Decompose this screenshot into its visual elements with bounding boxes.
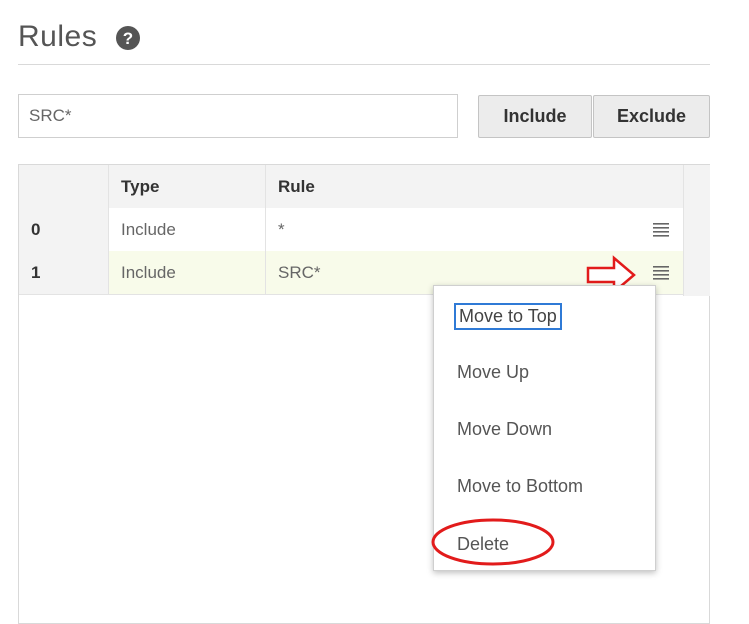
page-title: Rules: [18, 20, 98, 53]
row-type: Include: [109, 251, 266, 294]
question-circle-icon[interactable]: ?: [115, 25, 141, 51]
column-header-type[interactable]: Type: [109, 165, 266, 208]
rule-pattern-input[interactable]: [18, 94, 458, 138]
red-circle-annotation-icon: [431, 518, 555, 566]
hamburger-menu-icon[interactable]: [653, 221, 669, 237]
table-scroll-gutter: [683, 165, 710, 296]
column-header-rule[interactable]: Rule: [266, 165, 683, 208]
menu-item-move-to-bottom[interactable]: Move to Bottom: [457, 476, 583, 497]
row-rule: *: [278, 220, 285, 239]
menu-item-move-down[interactable]: Move Down: [457, 419, 552, 440]
column-header-index: [19, 165, 109, 208]
menu-item-move-up[interactable]: Move Up: [457, 362, 529, 383]
row-index: 0: [19, 208, 109, 251]
title-divider: [18, 64, 710, 65]
table-row[interactable]: 0 Include *: [19, 208, 683, 252]
menu-item-move-to-top[interactable]: Move to Top: [454, 303, 562, 330]
include-button[interactable]: Include: [478, 95, 592, 138]
svg-text:?: ?: [123, 29, 133, 48]
exclude-button[interactable]: Exclude: [593, 95, 710, 138]
table-header: Type Rule: [19, 165, 683, 209]
hamburger-menu-icon[interactable]: [653, 264, 669, 280]
row-index: 1: [19, 251, 109, 294]
row-type: Include: [109, 208, 266, 251]
